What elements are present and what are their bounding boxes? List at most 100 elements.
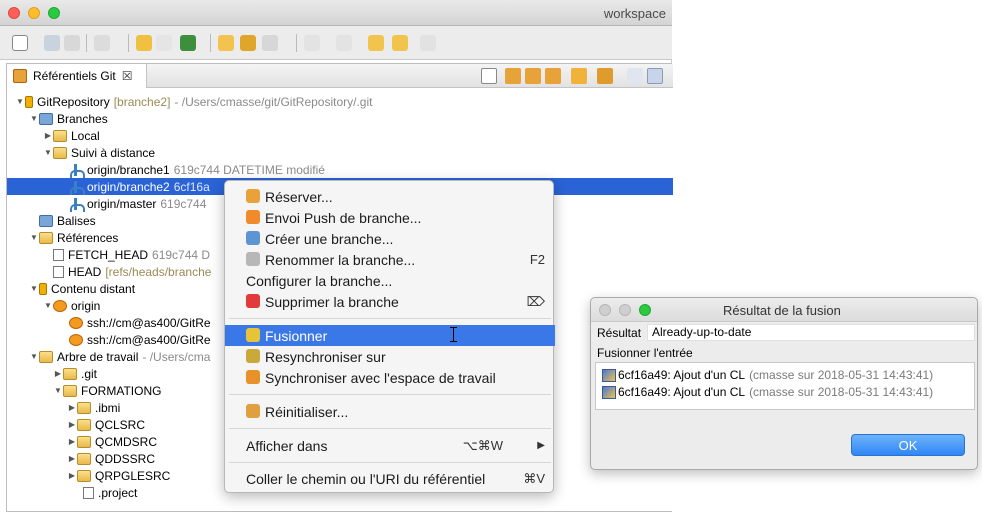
- title-bar: workspace: [0, 0, 672, 26]
- folder-icon: [63, 384, 77, 397]
- reset-icon: [246, 404, 260, 418]
- expand-arrow-icon[interactable]: ▼: [15, 97, 25, 106]
- debug-icon[interactable]: [180, 35, 196, 51]
- save-all-icon[interactable]: [64, 35, 80, 51]
- link-with-selection-icon[interactable]: [597, 68, 613, 84]
- folder-icon: [77, 401, 91, 414]
- main-toolbar: [0, 26, 672, 60]
- zoom-window-button[interactable]: [48, 7, 60, 19]
- commit-icon: [602, 368, 616, 382]
- checkout-icon: [246, 189, 260, 203]
- menu-separator: [229, 462, 551, 463]
- repository-icon: [25, 95, 33, 108]
- tags-icon: [39, 214, 53, 227]
- tree-item-local[interactable]: ▶ Local: [7, 127, 673, 144]
- expand-arrow-icon[interactable]: ▼: [29, 352, 39, 361]
- fetch-icon: [69, 316, 83, 329]
- search-icon[interactable]: [218, 35, 234, 51]
- ok-button[interactable]: OK: [851, 434, 965, 456]
- result-field[interactable]: Already-up-to-date: [647, 324, 975, 341]
- folder-icon: [39, 350, 53, 363]
- create-branch-icon: [246, 231, 260, 245]
- save-icon[interactable]: [44, 35, 60, 51]
- tab-label: Référentiels Git: [33, 69, 116, 83]
- collapse-arrow-icon[interactable]: ▶: [67, 420, 77, 429]
- branch-icon: [69, 180, 85, 195]
- back-icon[interactable]: [392, 35, 408, 51]
- close-tab-icon[interactable]: ☒: [122, 69, 133, 83]
- menu-item-create-branch[interactable]: Créer une branche...: [225, 228, 555, 249]
- tree-item-repository[interactable]: ▼ GitRepository [branche2] - /Users/cmas…: [7, 93, 673, 110]
- view-tab-bar: Référentiels Git ☒: [7, 64, 673, 88]
- folder-icon: [77, 418, 91, 431]
- last-edit-icon[interactable]: [368, 35, 384, 51]
- add-repository-icon[interactable]: [505, 68, 521, 84]
- folder-icon: [39, 231, 53, 244]
- close-window-button[interactable]: [8, 7, 20, 19]
- git-repositories-icon: [13, 69, 27, 83]
- minimize-dialog-button[interactable]: [619, 304, 631, 316]
- view-menu-icon[interactable]: [627, 68, 643, 84]
- merge-input-label: Fusionner l'entrée: [597, 346, 693, 360]
- menu-item-copy-path[interactable]: Coller le chemin ou l'URI du référentiel…: [225, 468, 555, 489]
- menu-item-merge[interactable]: Fusionner: [225, 325, 555, 346]
- collapse-arrow-icon[interactable]: ▶: [67, 454, 77, 463]
- expand-arrow-icon[interactable]: ▼: [29, 233, 39, 242]
- clone-repository-icon[interactable]: [525, 68, 541, 84]
- link-icon[interactable]: [156, 35, 172, 51]
- tree-item-branch[interactable]: origin/branche1 619c744 DATETIME modifié: [7, 161, 673, 178]
- dialog-title: Résultat de la fusion: [723, 303, 841, 318]
- branch-icon: [69, 197, 85, 212]
- print-icon[interactable]: [94, 35, 110, 51]
- file-icon: [53, 248, 64, 261]
- build-icon[interactable]: [136, 35, 152, 51]
- forward-icon[interactable]: [420, 35, 436, 51]
- zoom-dialog-button[interactable]: [639, 304, 651, 316]
- collapse-arrow-icon[interactable]: ▶: [53, 369, 63, 378]
- toggle-view-icon[interactable]: [647, 68, 663, 84]
- tab-git-repositories[interactable]: Référentiels Git ☒: [7, 64, 147, 88]
- menu-item-rename-branch[interactable]: Renommer la branche... F2: [225, 249, 555, 270]
- collapse-arrow-icon[interactable]: ▶: [67, 403, 77, 412]
- collapse-arrow-icon[interactable]: ▶: [67, 437, 77, 446]
- submenu-arrow-icon: ▶: [537, 440, 545, 451]
- menu-item-push-branch[interactable]: Envoi Push de branche...: [225, 207, 555, 228]
- open-type-icon[interactable]: [240, 35, 256, 51]
- merge-result-dialog: Résultat de la fusion Résultat Already-u…: [590, 297, 978, 470]
- list-item[interactable]: 6cf16a49: Ajout d'un CL (cmasse sur 2018…: [602, 367, 933, 383]
- next-annotation-icon[interactable]: [304, 35, 320, 51]
- menu-item-checkout[interactable]: Réserver...: [225, 186, 555, 207]
- collapse-all-icon[interactable]: [481, 68, 497, 84]
- menu-item-reset[interactable]: Réinitialiser...: [225, 401, 555, 422]
- expand-arrow-icon[interactable]: ▼: [29, 284, 39, 293]
- collapse-arrow-icon[interactable]: ▶: [67, 471, 77, 480]
- tree-item-remote-tracking[interactable]: ▼ Suivi à distance: [7, 144, 673, 161]
- list-item[interactable]: 6cf16a49: Ajout d'un CL (cmasse sur 2018…: [602, 384, 933, 400]
- menu-item-show-in[interactable]: Afficher dans ⌥⌘W ▶: [225, 435, 555, 456]
- menu-item-synchronize[interactable]: Synchroniser avec l'espace de travail: [225, 367, 555, 388]
- toolbar-separator: [86, 34, 87, 52]
- expand-arrow-icon[interactable]: ▼: [29, 114, 39, 123]
- menu-item-rebase[interactable]: Resynchroniser sur: [225, 346, 555, 367]
- expand-arrow-icon[interactable]: ▼: [43, 301, 53, 310]
- menu-item-delete-branch[interactable]: Supprimer la branche ⌦: [225, 291, 555, 312]
- merge-icon: [246, 328, 260, 342]
- branch-icon: [69, 163, 85, 178]
- tree-item-branches[interactable]: ▼ Branches: [7, 110, 673, 127]
- menu-item-configure-branch[interactable]: Configurer la branche...: [225, 270, 555, 291]
- menu-separator: [229, 394, 551, 395]
- collapse-arrow-icon[interactable]: ▶: [43, 131, 53, 140]
- create-repository-icon[interactable]: [545, 68, 561, 84]
- remote-icon: [53, 299, 67, 312]
- minimize-window-button[interactable]: [28, 7, 40, 19]
- expand-arrow-icon[interactable]: ▼: [53, 386, 63, 395]
- refresh-icon[interactable]: [571, 68, 587, 84]
- previous-annotation-icon[interactable]: [336, 35, 352, 51]
- close-dialog-button[interactable]: [599, 304, 611, 316]
- expand-arrow-icon[interactable]: ▼: [43, 148, 53, 157]
- annotation-icon[interactable]: [262, 35, 278, 51]
- result-label: Résultat: [597, 326, 642, 340]
- delete-icon: [246, 294, 260, 308]
- folder-icon: [77, 435, 91, 448]
- new-icon[interactable]: [12, 35, 28, 51]
